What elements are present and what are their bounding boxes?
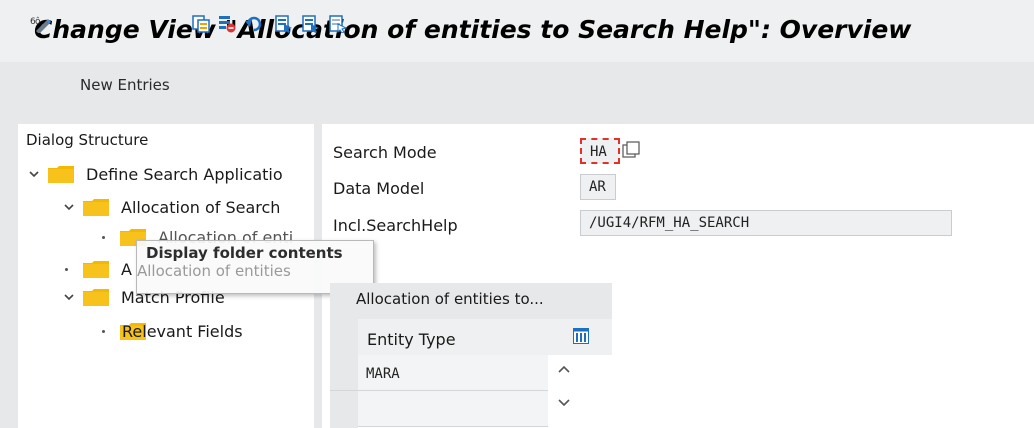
tooltip-text: Display folder contents bbox=[146, 244, 343, 262]
tree-item-label: Define Search Applicatio bbox=[86, 165, 283, 184]
leaf-bullet-icon bbox=[65, 268, 68, 271]
chevron-down-icon[interactable] bbox=[63, 201, 75, 213]
chevron-down-icon[interactable] bbox=[558, 398, 570, 408]
tree-item-relevant-fields[interactable]: Relevant Fields bbox=[100, 321, 314, 343]
title-bar: Change View "Allocation of entities to S… bbox=[0, 0, 1034, 62]
folder-icon bbox=[48, 166, 74, 183]
incl-searchhelp-label: Incl.SearchHelp bbox=[333, 216, 458, 235]
content-frame-left bbox=[0, 110, 18, 428]
svg-text:ô: ô bbox=[35, 16, 41, 27]
leaf-bullet-icon bbox=[102, 330, 105, 333]
select-all-icon[interactable] bbox=[275, 15, 293, 33]
folder-icon bbox=[83, 199, 109, 216]
tooltip-ghost-text: Allocation of entities bbox=[137, 262, 291, 280]
search-mode-label: Search Mode bbox=[333, 143, 437, 162]
tree-item-a[interactable]: A bbox=[63, 259, 133, 281]
page-title: Change View "Allocation of entities to S… bbox=[34, 15, 912, 44]
table-settings-icon[interactable] bbox=[573, 328, 589, 344]
search-mode-field[interactable]: HA bbox=[580, 138, 620, 164]
tree-item-label: Allocation of Search bbox=[121, 198, 281, 217]
content-frame-top bbox=[0, 110, 1034, 124]
data-model-label: Data Model bbox=[333, 179, 425, 198]
tree-item-label: A bbox=[121, 260, 132, 279]
data-model-field[interactable]: AR bbox=[580, 174, 616, 200]
dialog-structure-header: Dialog Structure bbox=[26, 131, 149, 149]
table-cell-entity-type[interactable] bbox=[358, 391, 548, 427]
incl-searchhelp-field[interactable]: /UGI4/RFM_HA_SEARCH bbox=[580, 210, 952, 236]
new-entries-button[interactable]: New Entries bbox=[80, 76, 170, 94]
table-title: Allocation of entities to... bbox=[356, 290, 544, 308]
table-cell-entity-type[interactable]: MARA bbox=[358, 355, 548, 391]
folder-icon bbox=[83, 261, 109, 278]
tree-item-label: Relevant Fields bbox=[122, 322, 243, 341]
tree-item-allocation-of-search[interactable]: Allocation of Search bbox=[63, 197, 314, 219]
display-change-icon[interactable]: 6 ô bbox=[30, 15, 52, 33]
value-help-icon[interactable] bbox=[622, 141, 640, 159]
leaf-bullet-icon bbox=[102, 236, 105, 239]
row-selector[interactable] bbox=[330, 355, 358, 391]
tree-item-define-search-application[interactable]: Define Search Applicatio bbox=[28, 164, 314, 186]
chevron-down-icon[interactable] bbox=[28, 168, 40, 180]
folder-icon bbox=[83, 289, 109, 306]
column-header-label: Entity Type bbox=[367, 330, 456, 349]
deselect-all-icon[interactable] bbox=[329, 15, 347, 33]
chevron-up-icon[interactable] bbox=[558, 364, 570, 374]
undo-icon[interactable] bbox=[245, 15, 263, 33]
select-block-icon[interactable] bbox=[302, 15, 320, 33]
chevron-down-icon[interactable] bbox=[63, 291, 75, 303]
delete-icon[interactable] bbox=[218, 15, 236, 33]
row-selector[interactable] bbox=[330, 391, 358, 428]
copy-icon[interactable] bbox=[192, 15, 210, 33]
